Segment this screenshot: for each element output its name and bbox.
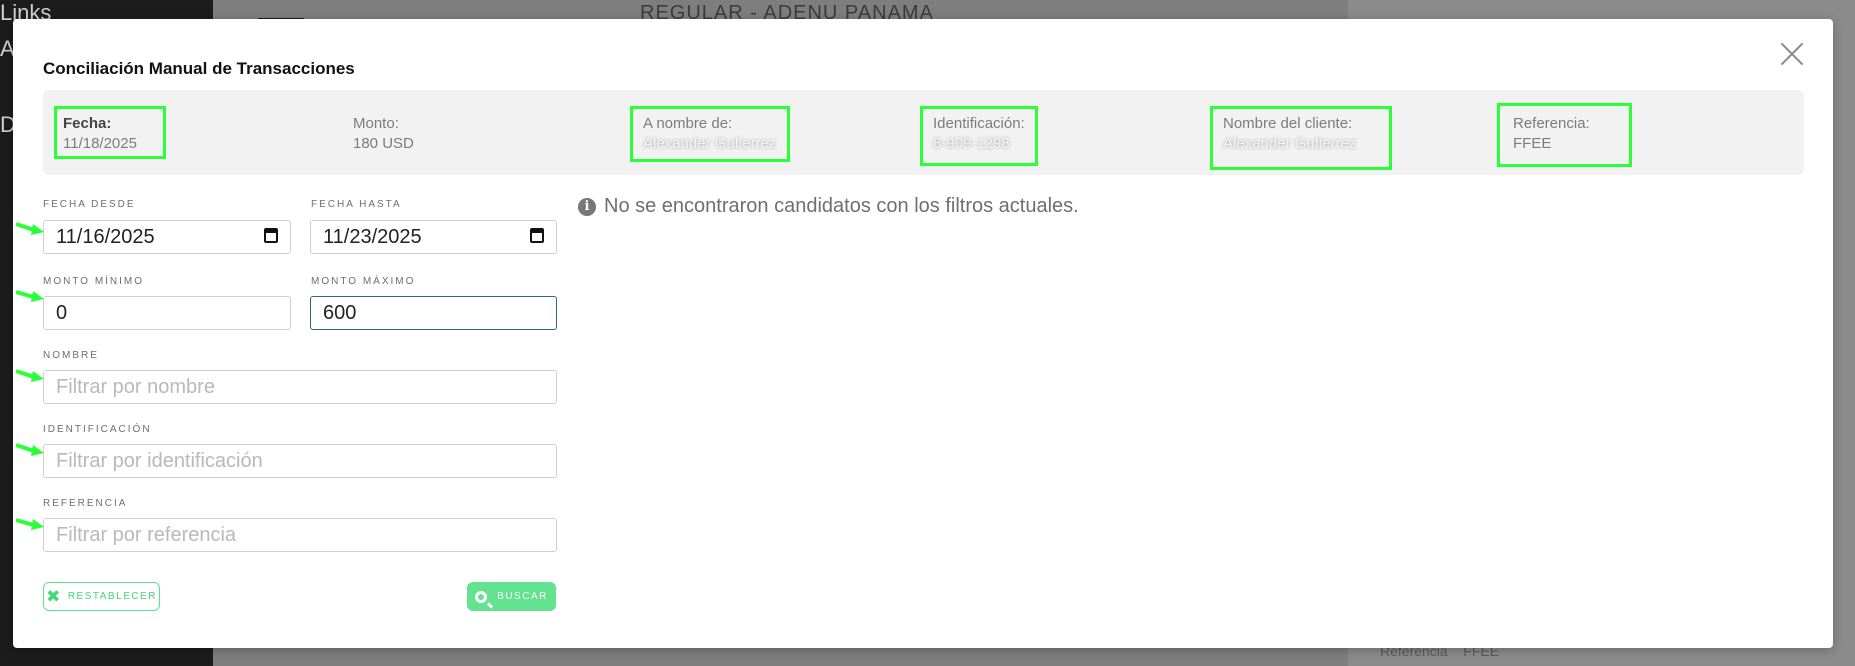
highlight-box — [54, 106, 166, 159]
modal-title: Conciliación Manual de Transacciones — [43, 59, 355, 78]
summary-monto-value: 180 USD — [353, 135, 414, 152]
monto-minimo-input[interactable]: 0 — [43, 296, 291, 330]
monto-maximo-label: MONTO MÁXIMO — [311, 276, 416, 287]
info-icon: i — [578, 197, 596, 216]
transaction-summary: Fecha: 11/18/2025 Monto: 180 USD A nombr… — [43, 90, 1804, 175]
nombre-label: NOMBRE — [43, 350, 99, 361]
calendar-icon[interactable] — [530, 228, 544, 243]
reconciliation-modal: Conciliación Manual de Transacciones Fec… — [13, 19, 1833, 648]
empty-results-text: No se encontraron candidatos con los fil… — [604, 195, 1079, 217]
referencia-label: REFERENCIA — [43, 498, 128, 509]
highlight-box — [1497, 103, 1632, 167]
annotation-arrow-icon — [15, 369, 44, 382]
nombre-input[interactable]: Filtrar por nombre — [43, 370, 557, 404]
identificacion-label: IDENTIFICACIÓN — [43, 424, 152, 435]
annotation-arrow-icon — [15, 518, 44, 530]
calendar-icon[interactable] — [264, 228, 278, 243]
close-x-icon: ✖ — [46, 587, 62, 606]
reset-button[interactable]: ✖ RESTABLECER — [43, 582, 160, 611]
summary-monto: Monto: 180 USD — [353, 114, 414, 155]
fecha-desde-value: 11/16/2025 — [56, 226, 155, 248]
highlight-box — [630, 106, 790, 162]
fecha-hasta-value: 11/23/2025 — [323, 226, 422, 248]
fecha-desde-input[interactable]: 11/16/2025 — [43, 220, 291, 254]
reset-button-label: RESTABLECER — [67, 591, 157, 602]
close-icon[interactable] — [1775, 37, 1809, 71]
summary-monto-label: Monto: — [353, 115, 399, 132]
monto-maximo-input[interactable]: 600 — [310, 296, 557, 330]
fecha-desde-label: FECHA DESDE — [43, 199, 136, 210]
highlight-box — [920, 106, 1038, 166]
annotation-arrow-icon — [15, 443, 44, 456]
monto-minimo-label: MONTO MÍNIMO — [43, 276, 145, 287]
annotation-arrow-icon — [15, 222, 44, 235]
identificacion-input[interactable]: Filtrar por identificación — [43, 444, 557, 478]
empty-results-message: i No se encontraron candidatos con los f… — [578, 195, 1079, 218]
highlight-box — [1210, 106, 1392, 170]
search-button-label: BUSCAR — [497, 591, 548, 602]
fecha-hasta-input[interactable]: 11/23/2025 — [310, 220, 557, 254]
search-button[interactable]: BUSCAR — [467, 582, 556, 611]
search-icon — [475, 590, 488, 603]
fecha-hasta-label: FECHA HASTA — [311, 199, 402, 210]
referencia-input[interactable]: Filtrar por referencia — [43, 518, 557, 552]
annotation-arrow-icon — [15, 290, 44, 302]
